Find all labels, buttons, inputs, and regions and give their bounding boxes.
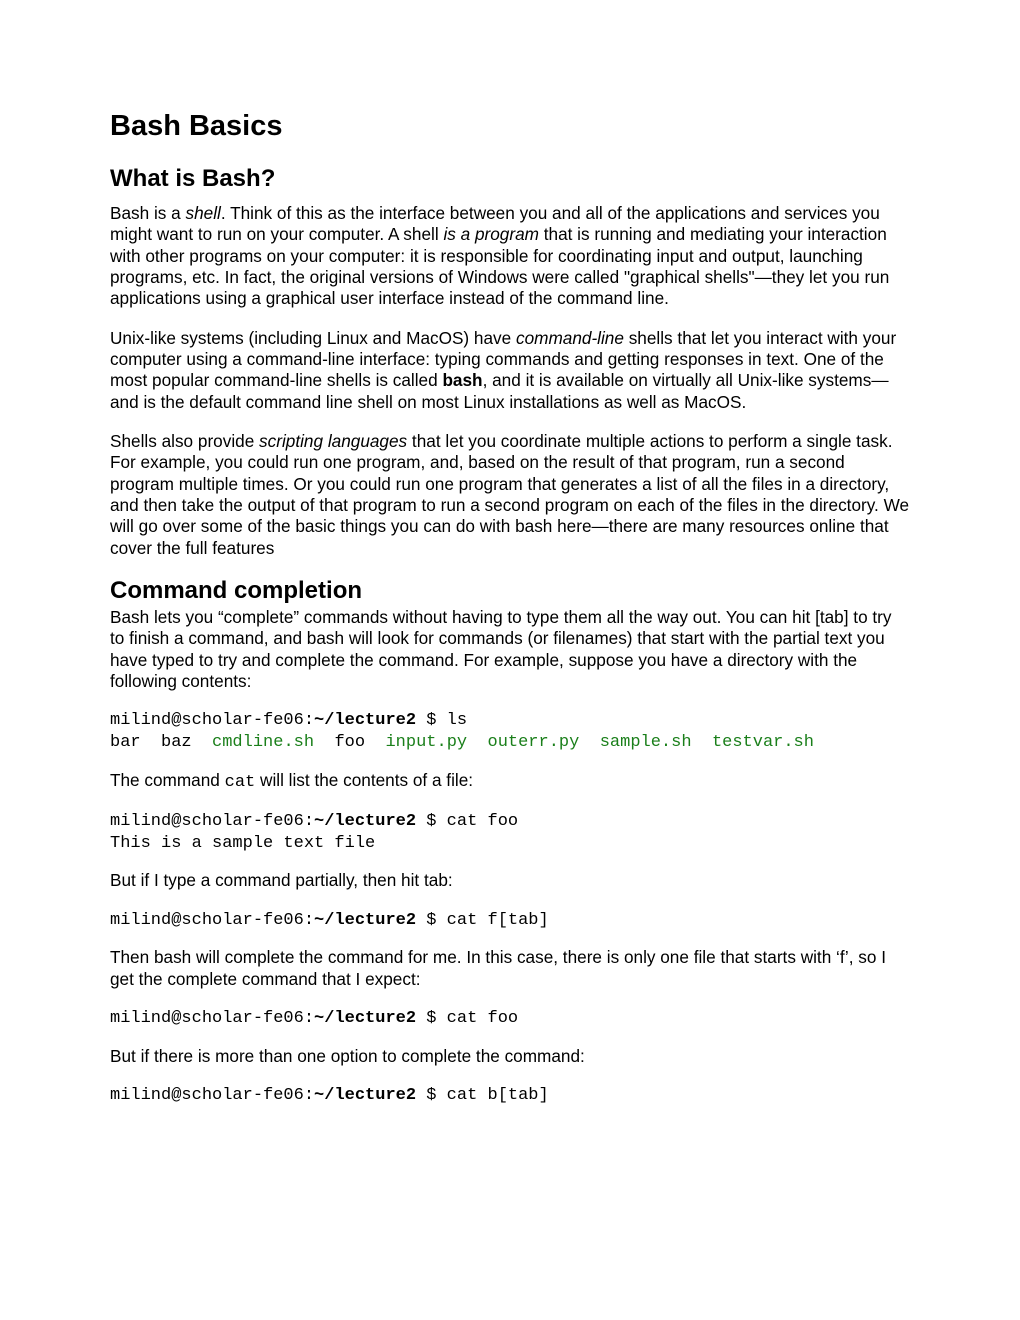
code-text: milind@scholar-fe06:	[110, 911, 314, 930]
text: Bash is a	[110, 203, 185, 223]
paragraph: Unix-like systems (including Linux and M…	[110, 328, 910, 413]
code-block: milind@scholar-fe06:~/lecture2 $ ls bar …	[110, 710, 910, 754]
paragraph: Shells also provide scripting languages …	[110, 431, 910, 559]
paragraph: Then bash will complete the command for …	[110, 947, 910, 990]
text: will list the contents of a file:	[255, 770, 473, 790]
code-text-bold: ~/lecture2	[314, 711, 416, 730]
page-title: Bash Basics	[110, 110, 910, 143]
code-text: foo	[314, 733, 385, 752]
code-text: milind@scholar-fe06:	[110, 1086, 314, 1105]
text-italic: scripting languages	[259, 431, 407, 451]
code-block: milind@scholar-fe06:~/lecture2 $ cat b[t…	[110, 1085, 910, 1107]
paragraph: The command cat will list the contents o…	[110, 770, 910, 793]
code-block: milind@scholar-fe06:~/lecture2 $ cat foo…	[110, 811, 910, 855]
code-text-bold: ~/lecture2	[314, 1086, 416, 1105]
paragraph: But if I type a command partially, then …	[110, 870, 910, 891]
code-text-bold: ~/lecture2	[314, 911, 416, 930]
section-heading-what-is-bash: What is Bash?	[110, 165, 910, 193]
code-text: bar baz	[110, 733, 212, 752]
code-text: $ cat foo	[416, 812, 518, 831]
text-bold: bash	[442, 370, 482, 390]
code-text: milind@scholar-fe06:	[110, 711, 314, 730]
text: Unix-like systems (including Linux and M…	[110, 328, 516, 348]
text: The command	[110, 770, 225, 790]
code-text-green: input.py outerr.py sample.sh testvar.sh	[385, 733, 813, 752]
code-text: $ cat foo	[416, 1009, 518, 1028]
code-text: milind@scholar-fe06:	[110, 1009, 314, 1028]
code-text: milind@scholar-fe06:	[110, 812, 314, 831]
code-text: This is a sample text file	[110, 834, 375, 853]
section-heading-command-completion: Command completion	[110, 577, 910, 605]
inline-code: cat	[225, 773, 256, 792]
code-text-bold: ~/lecture2	[314, 812, 416, 831]
paragraph: Bash lets you “complete” commands withou…	[110, 607, 910, 692]
code-text: $ ls	[416, 711, 467, 730]
code-text: $ cat b[tab]	[416, 1086, 549, 1105]
paragraph: But if there is more than one option to …	[110, 1046, 910, 1067]
code-text: $ cat f[tab]	[416, 911, 549, 930]
text-italic: is a program	[443, 224, 539, 244]
text-italic: command-line	[516, 328, 624, 348]
code-text-green: cmdline.sh	[212, 733, 314, 752]
text: Shells also provide	[110, 431, 259, 451]
code-text-bold: ~/lecture2	[314, 1009, 416, 1028]
paragraph: Bash is a shell. Think of this as the in…	[110, 203, 910, 310]
code-block: milind@scholar-fe06:~/lecture2 $ cat foo	[110, 1008, 910, 1030]
text-italic: shell	[185, 203, 220, 223]
code-block: milind@scholar-fe06:~/lecture2 $ cat f[t…	[110, 910, 910, 932]
